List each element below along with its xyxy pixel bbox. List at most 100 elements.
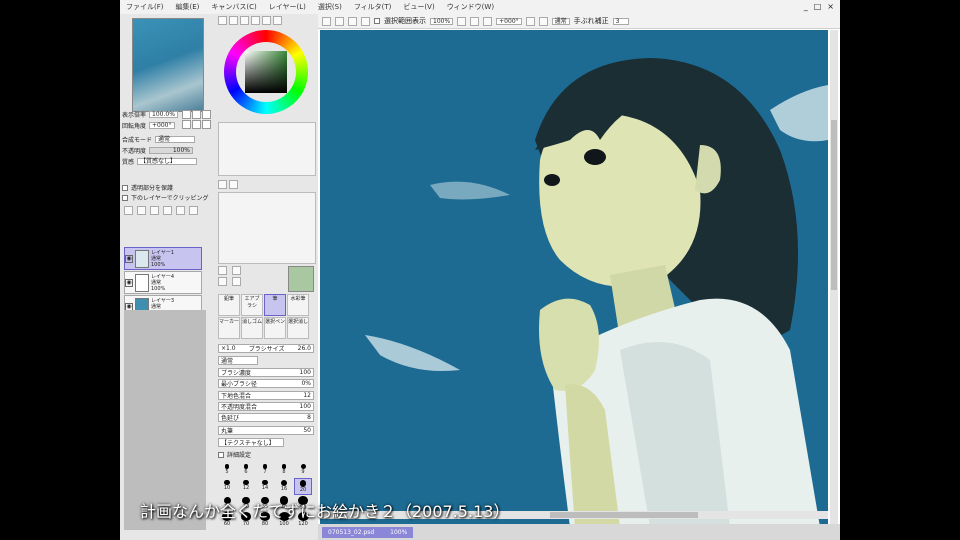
layer-visibility-icon[interactable]: ◉ xyxy=(125,254,133,263)
brush-size-preset[interactable]: 16 xyxy=(275,478,293,493)
color-mixer-area[interactable] xyxy=(218,122,316,176)
hand-icon[interactable] xyxy=(218,277,227,286)
zoom-reset-icon[interactable] xyxy=(483,16,493,26)
brush-size-preset[interactable]: 5 xyxy=(218,462,236,477)
brush-mode-select[interactable]: 通常 xyxy=(218,356,258,365)
texture-select[interactable]: 【テクスチャなし】 xyxy=(218,438,284,447)
vertical-scroll-thumb[interactable] xyxy=(831,120,837,290)
zoom-out-icon[interactable] xyxy=(457,16,467,26)
maximize-button[interactable]: □ xyxy=(814,2,822,11)
rotate-cw-icon[interactable] xyxy=(538,16,548,26)
eyedropper-icon[interactable] xyxy=(232,266,241,275)
min-size-slider[interactable]: 最小ブラシ径 0% xyxy=(218,379,314,388)
document-tab[interactable]: 070513_02.psd 100% xyxy=(322,526,414,538)
zoom-out-button[interactable] xyxy=(192,110,201,119)
advanced-checkbox[interactable] xyxy=(218,451,224,458)
tool-eraser[interactable]: 消しゴム xyxy=(241,317,263,339)
brush-shape-row[interactable]: 丸筆 50 xyxy=(218,426,314,435)
tool-brush[interactable]: 筆 xyxy=(264,294,286,316)
blend-slider[interactable]: 下地色混合 12 xyxy=(218,391,314,400)
brush-size-preset[interactable]: 10 xyxy=(218,478,236,493)
size-multiplier[interactable]: ×1.0 xyxy=(221,345,236,352)
rotate-left-button[interactable] xyxy=(182,120,191,129)
drawing-canvas[interactable] xyxy=(320,30,828,527)
clipping-checkbox[interactable] xyxy=(122,194,128,201)
menu-file[interactable]: ファイル(F) xyxy=(120,2,170,12)
rgb-slider-tab[interactable] xyxy=(229,16,238,25)
brush-size-preset[interactable]: 20 xyxy=(294,478,312,495)
rotate-right-button[interactable] xyxy=(192,120,201,129)
brush-size-row[interactable]: ×1.0 ブラシサイズ 26.0 xyxy=(218,344,314,353)
brush-size-preset[interactable]: 6 xyxy=(237,462,255,477)
zoom-reset-button[interactable] xyxy=(202,110,211,119)
rotation-field[interactable]: +000° xyxy=(149,122,175,129)
color-wheel-tab[interactable] xyxy=(218,16,227,25)
tool-marker[interactable]: マーカー xyxy=(218,317,240,339)
menu-select[interactable]: 選択(S) xyxy=(312,2,348,12)
navigator-preview[interactable] xyxy=(132,18,204,112)
layer-visibility-icon[interactable]: ◉ xyxy=(125,278,133,287)
new-folder-icon[interactable] xyxy=(137,206,146,215)
water-slider[interactable]: 不透明度混合 100 xyxy=(218,402,314,411)
zoom-in-icon[interactable] xyxy=(470,16,480,26)
horizontal-scroll-thumb[interactable] xyxy=(550,512,698,518)
zoom-select[interactable]: 100% xyxy=(430,17,454,25)
tool-select-pen[interactable]: 選択ペン xyxy=(264,317,286,339)
blend-mode-select[interactable]: 通常 xyxy=(155,136,196,143)
scratch-tab[interactable] xyxy=(273,16,282,25)
stabilizer-select[interactable]: 3 xyxy=(612,17,629,25)
menu-edit[interactable]: 編集(E) xyxy=(170,2,206,12)
brush-size-preset[interactable]: 8 xyxy=(275,462,293,477)
tool-pencil[interactable]: 鉛筆 xyxy=(218,294,240,316)
tool-select-eraser[interactable]: 選択消し xyxy=(287,317,309,339)
hsv-slider-tab[interactable] xyxy=(240,16,249,25)
menu-layer[interactable]: レイヤー(L) xyxy=(263,2,312,12)
protect-alpha-checkbox[interactable] xyxy=(122,184,128,191)
zoom-in-button[interactable] xyxy=(182,110,191,119)
show-selection-checkbox[interactable] xyxy=(374,18,380,24)
menu-filter[interactable]: フィルタ(T) xyxy=(348,2,398,12)
opacity-slider[interactable]: 100% xyxy=(149,147,194,154)
current-color-swatch[interactable] xyxy=(288,266,314,292)
close-button[interactable]: × xyxy=(827,2,834,11)
invert-selection-icon[interactable] xyxy=(361,16,370,26)
rotation-select[interactable]: +000° xyxy=(496,17,522,25)
rotate-reset-button[interactable] xyxy=(202,120,211,129)
zoom-field[interactable]: 100.0% xyxy=(149,111,178,118)
brush-density-slider[interactable]: ブラシ濃度 100 xyxy=(218,368,314,377)
new-layer-icon[interactable] xyxy=(124,206,133,215)
tool-watercolor[interactable]: 水彩筆 xyxy=(287,294,309,316)
extension-slider[interactable]: 色延び 8 xyxy=(218,413,314,422)
brush-size-preset[interactable]: 7 xyxy=(256,462,274,477)
trash-icon[interactable] xyxy=(189,206,198,215)
add-swatch-icon[interactable] xyxy=(218,180,227,189)
copy-layer-icon[interactable] xyxy=(150,206,159,215)
remove-swatch-icon[interactable] xyxy=(229,180,238,189)
brush-size-preset[interactable]: 12 xyxy=(237,478,255,493)
swatch-area[interactable] xyxy=(218,192,316,264)
redo-icon[interactable] xyxy=(335,16,344,26)
swatch-tab[interactable] xyxy=(262,16,271,25)
tool-airbrush[interactable]: エアブラシ xyxy=(241,294,263,316)
minimize-button[interactable]: _ xyxy=(804,2,808,11)
mixer-tab[interactable] xyxy=(251,16,260,25)
vertical-scrollbar[interactable] xyxy=(830,30,838,527)
color-wheel[interactable] xyxy=(224,30,308,114)
brush-size-preset[interactable]: 14 xyxy=(256,478,274,493)
menu-window[interactable]: ウィンドウ(W) xyxy=(441,2,500,12)
brush-size-preset[interactable]: 9 xyxy=(294,462,312,477)
clear-layer-icon[interactable] xyxy=(176,206,185,215)
merge-down-icon[interactable] xyxy=(163,206,172,215)
texture-select[interactable]: 【質感なし】 xyxy=(137,158,198,165)
magnifier-icon[interactable] xyxy=(232,277,241,286)
menu-view[interactable]: ビュー(V) xyxy=(397,2,440,12)
deselect-icon[interactable] xyxy=(348,16,357,26)
layer-item[interactable]: ◉ レイヤー4 通常 100% xyxy=(124,271,202,294)
menu-canvas[interactable]: キャンバス(C) xyxy=(205,2,262,12)
view-mode-button[interactable]: 通常 xyxy=(551,17,570,25)
undo-icon[interactable] xyxy=(322,16,331,26)
saturation-value-square[interactable] xyxy=(245,51,287,93)
layer-item[interactable]: ◉ レイヤー1 通常 100% xyxy=(124,247,202,270)
rotate-ccw-icon[interactable] xyxy=(525,16,535,26)
rect-select-icon[interactable] xyxy=(218,266,227,275)
